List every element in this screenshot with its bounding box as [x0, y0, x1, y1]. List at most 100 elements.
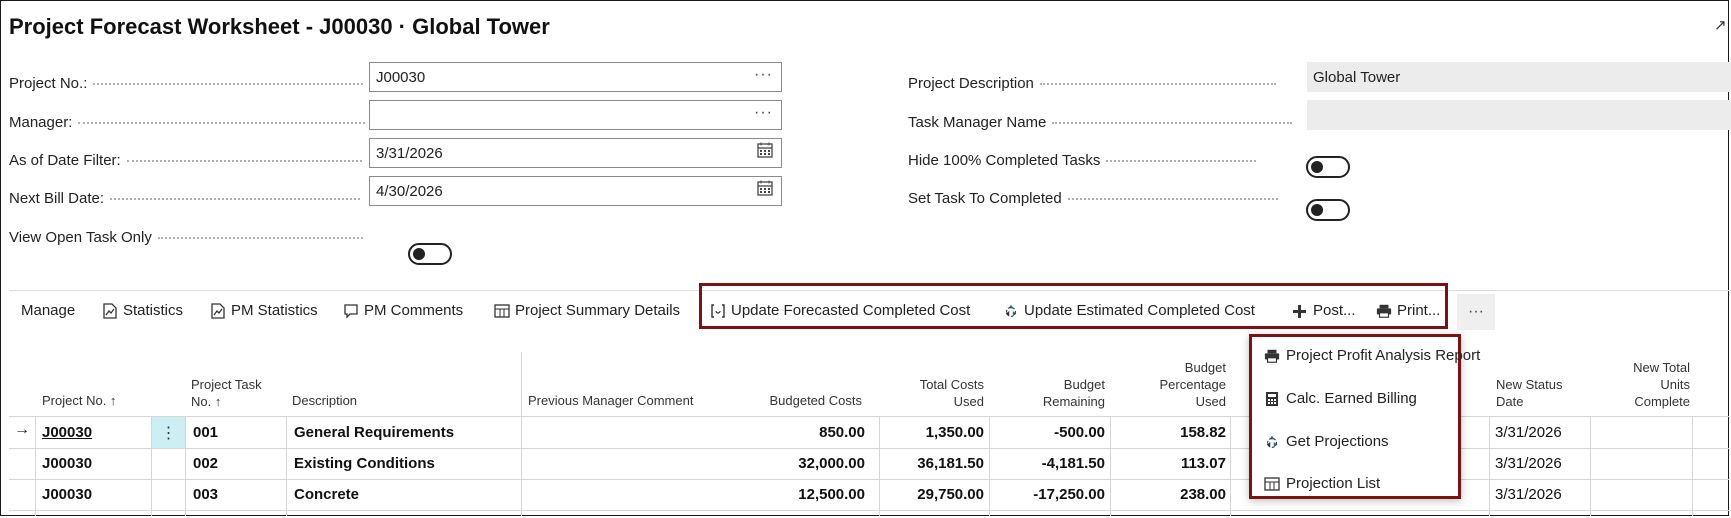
- project-no-field[interactable]: J00030 ···: [369, 62, 782, 92]
- col-header-budget-pct-line2[interactable]: Percentage: [1120, 376, 1227, 393]
- next-bill-date-field[interactable]: 4/30/2026: [369, 176, 782, 206]
- pm-comments-action[interactable]: PM Comments: [343, 302, 463, 319]
- table-row-cell-used: 36,181.50: [917, 455, 984, 472]
- as-of-date-field[interactable]: 3/31/2026: [369, 138, 782, 168]
- table-icon: [494, 303, 510, 319]
- printer-icon: [1376, 303, 1392, 319]
- more-actions-menu: Project Profit Analysis Report Calc. Ear…: [1249, 334, 1480, 499]
- table-row-cell-task: 001: [193, 424, 219, 441]
- statistics-action[interactable]: Statistics: [102, 302, 183, 319]
- table-row-cell-task: 002: [193, 455, 219, 472]
- calendar-icon[interactable]: [757, 142, 773, 163]
- grid-line: [1692, 416, 1693, 516]
- manager-label: Manager:: [9, 114, 366, 131]
- col-header-units-line2[interactable]: Units: [1580, 376, 1690, 393]
- grid-line: [9, 510, 1729, 511]
- manager-field[interactable]: ···: [369, 100, 782, 130]
- calculator-icon: [1264, 391, 1280, 407]
- set-task-completed-toggle[interactable]: [1306, 199, 1350, 221]
- task-manager-name-label: Task Manager Name: [908, 114, 1293, 131]
- post-action[interactable]: Post...: [1292, 302, 1356, 319]
- col-header-budget-remaining-line1[interactable]: Budget: [1000, 376, 1105, 393]
- refresh-icon: [710, 303, 726, 319]
- as-of-date-label: As of Date Filter:: [9, 152, 362, 169]
- grid-line: [989, 416, 990, 516]
- grid-line: [9, 479, 1729, 480]
- col-header-units-line3[interactable]: Complete: [1580, 393, 1690, 410]
- ellipsis-icon[interactable]: ···: [754, 66, 773, 84]
- table-row-cell-pct: 238.00: [1180, 486, 1226, 503]
- col-header-description[interactable]: Description: [292, 392, 357, 409]
- hide-completed-label: Hide 100% Completed Tasks: [908, 152, 1257, 169]
- update-estimated-action[interactable]: Update Estimated Completed Cost: [1003, 302, 1255, 319]
- view-open-task-toggle[interactable]: [408, 243, 452, 265]
- print-action[interactable]: Print...: [1376, 302, 1440, 319]
- table-row-cell-date: 3/31/2026: [1495, 486, 1562, 503]
- table-row-cell-project[interactable]: J00030: [42, 424, 92, 441]
- grid-line: [1110, 416, 1111, 516]
- menu-item-projection-list[interactable]: Projection List: [1264, 475, 1380, 492]
- table-row-cell-date: 3/31/2026: [1495, 424, 1562, 441]
- page-title: Project Forecast Worksheet - J00030 · Gl…: [9, 14, 550, 39]
- table-row-cell-pct: 113.07: [1180, 455, 1226, 472]
- table-row-cell-remaining: -17,250.00: [1033, 486, 1105, 503]
- table-row-cell-remaining: -500.00: [1054, 424, 1105, 441]
- table-row-cell-description: General Requirements: [294, 424, 455, 441]
- grid-line: [286, 416, 287, 516]
- next-bill-date-label: Next Bill Date:: [9, 190, 361, 207]
- table-row-cell-description: Concrete: [294, 486, 360, 503]
- col-header-units-line1[interactable]: New Total: [1580, 359, 1690, 376]
- statistics-icon: [102, 302, 118, 319]
- col-header-status-date-line2[interactable]: Date: [1496, 393, 1523, 410]
- table-row-cell-budgeted: 12,500.00: [798, 486, 865, 503]
- table-row-cell-task: 003: [193, 486, 219, 503]
- col-header-budget-pct-line3[interactable]: Used: [1120, 393, 1226, 410]
- ellipsis-icon[interactable]: ···: [754, 104, 773, 122]
- grid-line: [185, 416, 186, 516]
- col-header-total-used-line2[interactable]: Used: [880, 393, 984, 410]
- col-header-prev-comment[interactable]: Previous Manager Comment: [528, 392, 693, 409]
- update-forecasted-action[interactable]: Update Forecasted Completed Cost: [710, 302, 970, 319]
- more-actions-button[interactable]: ···: [1457, 294, 1495, 330]
- col-header-task-no-line2[interactable]: No. ↑: [191, 393, 221, 410]
- post-icon: [1292, 303, 1308, 319]
- col-header-total-used-line1[interactable]: Total Costs: [880, 376, 984, 393]
- recycle-icon: [1003, 303, 1019, 319]
- col-header-budget-pct-line1[interactable]: Budget: [1120, 359, 1226, 376]
- col-header-budgeted[interactable]: Budgeted Costs: [730, 392, 862, 409]
- row-actions-button[interactable]: ⋮: [152, 417, 185, 448]
- table-row-cell-used: 1,350.00: [925, 424, 984, 441]
- project-description-label: Project Description: [908, 75, 1276, 92]
- grid-line: [1489, 416, 1490, 516]
- grid-line: [1230, 416, 1231, 516]
- table-icon: [1264, 476, 1280, 492]
- manage-action[interactable]: Manage: [21, 302, 75, 319]
- menu-item-profit-report[interactable]: Project Profit Analysis Report: [1264, 347, 1480, 364]
- table-row-cell-project[interactable]: J00030: [42, 455, 92, 472]
- table-row-cell-pct: 158.82: [1180, 424, 1226, 441]
- comment-icon: [343, 303, 359, 319]
- view-open-task-label: View Open Task Only: [9, 229, 363, 246]
- pm-statistics-action[interactable]: PM Statistics: [210, 302, 318, 319]
- hide-completed-toggle[interactable]: [1306, 156, 1350, 178]
- row-selector-arrow[interactable]: →: [14, 421, 30, 439]
- project-description-field: Global Tower: [1307, 62, 1731, 92]
- menu-item-earned-billing[interactable]: Calc. Earned Billing: [1264, 390, 1417, 407]
- project-summary-action[interactable]: Project Summary Details: [494, 302, 680, 319]
- col-header-project-no[interactable]: Project No. ↑: [42, 392, 116, 409]
- grid-line: [9, 448, 1729, 449]
- table-row-cell-project[interactable]: J00030: [42, 486, 92, 503]
- calendar-icon[interactable]: [757, 180, 773, 201]
- set-task-completed-label: Set Task To Completed: [908, 190, 1278, 207]
- col-header-status-date-line1[interactable]: New Status: [1496, 376, 1562, 393]
- table-row-cell-used: 29,750.00: [917, 486, 984, 503]
- table-row-cell-budgeted: 32,000.00: [798, 455, 865, 472]
- menu-item-get-projections[interactable]: Get Projections: [1264, 433, 1389, 450]
- expand-icon[interactable]: ↗: [1714, 16, 1727, 34]
- task-manager-name-field: [1307, 100, 1731, 130]
- table-row-cell-date: 3/31/2026: [1495, 455, 1562, 472]
- col-header-task-no-line1[interactable]: Project Task: [191, 376, 262, 393]
- col-header-budget-remaining-line2[interactable]: Remaining: [1000, 393, 1105, 410]
- table-row-cell-remaining: -4,181.50: [1041, 455, 1105, 472]
- grid-line: [35, 416, 36, 516]
